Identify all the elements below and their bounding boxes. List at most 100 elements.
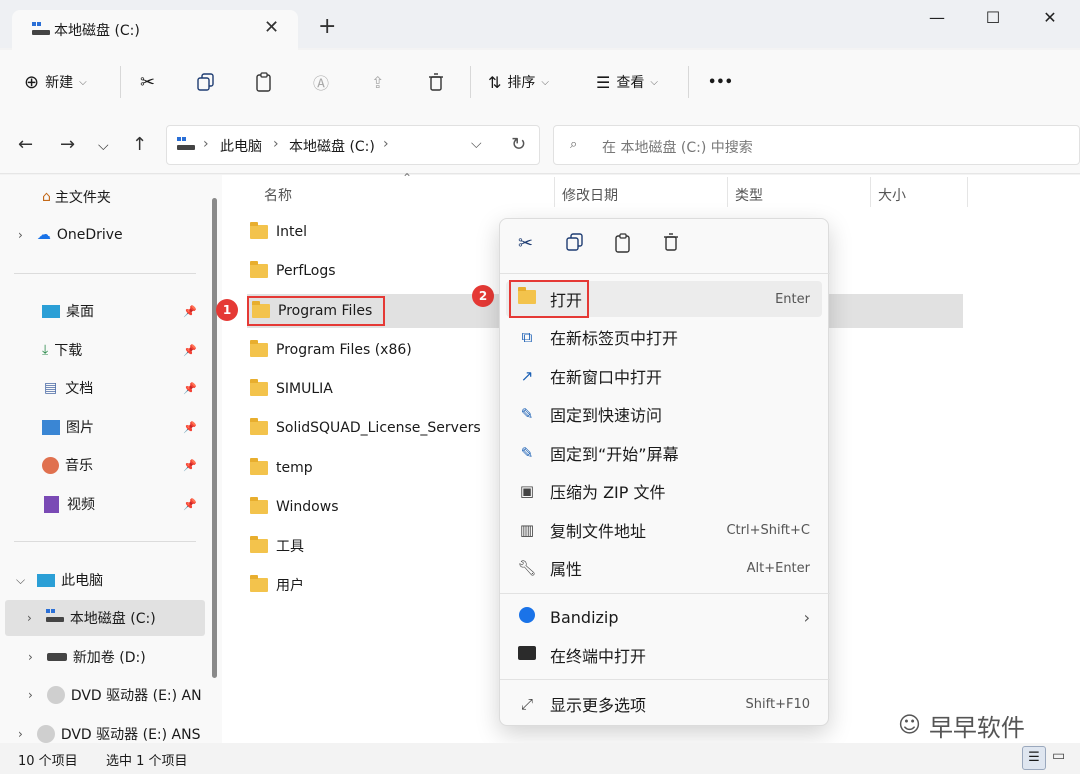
menu-item-compress-zip[interactable]: ▣ 压缩为 ZIP 文件 — [506, 473, 822, 509]
breadcrumb-this-pc[interactable]: 此电脑 — [220, 136, 262, 156]
forward-icon[interactable]: → — [60, 134, 75, 155]
menu-item-label: Bandizip — [550, 607, 619, 627]
folder-icon — [250, 497, 268, 514]
sort-up-icon: ⌃ — [402, 171, 413, 185]
sidebar-item-downloads[interactable]: ⤓ 下载 📌 — [0, 332, 205, 368]
show-more-icon: ⤢ — [520, 695, 533, 713]
paste-icon[interactable] — [614, 233, 632, 258]
new-tab-icon[interactable]: + — [318, 16, 336, 38]
sidebar-item-documents[interactable]: ▤ 文档 📌 — [0, 370, 205, 406]
view-label: 查看 — [616, 75, 645, 91]
search-box[interactable]: ⌕ 在 本地磁盘 (C:) 中搜索 — [553, 125, 1080, 165]
navigation-pane: ⌂ 主文件夹 › ☁ OneDrive 桌面 📌 ⤓ 下载 📌 ▤ 文档 📌 图… — [0, 175, 222, 743]
menu-item-copy-path[interactable]: ▥ 复制文件地址 Ctrl+Shift+C — [506, 512, 822, 548]
sidebar-item-local-disk-c[interactable]: › 本地磁盘 (C:) — [5, 600, 205, 636]
search-input[interactable]: 在 本地磁盘 (C:) 中搜索 — [602, 137, 753, 157]
pin-icon[interactable]: 📌 — [183, 421, 197, 434]
sort-button[interactable]: ⇅ 排序 ⌵ — [488, 68, 549, 96]
sidebar-item-pictures[interactable]: 图片 📌 — [0, 409, 205, 445]
pin-icon[interactable]: 📌 — [183, 344, 197, 357]
rename-icon[interactable]: Ⓐ — [313, 68, 329, 96]
menu-item-open-terminal[interactable]: 在终端中打开 — [506, 637, 822, 673]
address-bar[interactable]: › 此电脑 › 本地磁盘 (C:) › ⌵ ↻ — [166, 125, 540, 165]
table-row[interactable]: SIMULIA — [250, 375, 333, 403]
new-button[interactable]: ⊕ 新建 ⌵ — [24, 68, 87, 96]
table-row[interactable]: Intel — [250, 218, 307, 246]
monitor-icon — [37, 573, 56, 587]
column-header-size[interactable]: 大小 — [878, 185, 906, 205]
sidebar-scrollbar[interactable] — [212, 198, 217, 678]
column-header-modified[interactable]: 修改日期 — [562, 185, 618, 205]
sidebar-item-this-pc[interactable]: ⌵ 此电脑 — [0, 562, 205, 598]
column-header-name[interactable]: 名称 — [264, 185, 292, 205]
breadcrumb-local-disk[interactable]: 本地磁盘 (C:) — [289, 136, 375, 156]
pin-icon[interactable]: 📌 — [183, 459, 197, 472]
pin-icon[interactable]: 📌 — [183, 498, 197, 511]
drive-icon — [45, 609, 64, 627]
refresh-icon[interactable]: ↻ — [511, 134, 526, 155]
breadcrumb-separator-icon: › — [203, 136, 209, 152]
table-row[interactable]: temp — [250, 454, 313, 482]
table-row-selected[interactable]: Program Files — [247, 296, 385, 326]
close-window-icon[interactable]: ✕ — [1027, 8, 1073, 30]
tab-close-icon[interactable]: ✕ — [264, 17, 279, 38]
sidebar-item-desktop[interactable]: 桌面 📌 — [0, 293, 205, 329]
menu-item-open-new-window[interactable]: ↗ 在新窗口中打开 — [506, 358, 822, 394]
table-row[interactable]: Windows — [250, 493, 339, 521]
chevron-right-icon: › — [18, 727, 23, 741]
table-row[interactable]: Program Files (x86) — [250, 336, 412, 364]
pin-icon[interactable]: 📌 — [183, 382, 197, 395]
view-button[interactable]: ☰ 查看 ⌵ — [596, 68, 658, 96]
delete-icon[interactable] — [663, 233, 679, 256]
copy-icon[interactable] — [197, 68, 215, 96]
shortcut-label: Ctrl+Shift+C — [726, 522, 810, 538]
tab-local-disk[interactable]: 本地磁盘 (C:) ✕ — [12, 10, 298, 50]
copy-icon[interactable] — [566, 233, 584, 256]
menu-item-open[interactable]: 打开 Enter — [506, 280, 822, 318]
delete-icon[interactable] — [428, 68, 444, 96]
menu-item-bandizip[interactable]: Bandizip › — [506, 599, 822, 635]
sidebar-item-volume-d[interactable]: › 新加卷 (D:) — [0, 639, 205, 675]
table-row[interactable]: SolidSQUAD_License_Servers — [250, 414, 481, 442]
menu-item-pin-start[interactable]: ✎ 固定到“开始”屏幕 — [506, 435, 822, 471]
sidebar-item-videos[interactable]: 视频 📌 — [0, 486, 205, 522]
file-name: Intel — [276, 224, 307, 240]
menu-item-show-more[interactable]: ⤢ 显示更多选项 Shift+F10 — [506, 686, 822, 722]
table-row[interactable]: PerfLogs — [250, 257, 336, 285]
cut-icon[interactable]: ✂ — [140, 68, 155, 96]
menu-item-open-new-tab[interactable]: ⧉ 在新标签页中打开 — [506, 319, 822, 355]
paste-icon[interactable] — [255, 68, 273, 96]
menu-item-label: 固定到快速访问 — [550, 406, 663, 425]
column-header-type[interactable]: 类型 — [735, 185, 763, 205]
back-icon[interactable]: ← — [18, 134, 33, 155]
tab-title: 本地磁盘 (C:) — [54, 23, 140, 39]
menu-item-pin-quick-access[interactable]: ✎ 固定到快速访问 — [506, 396, 822, 432]
menu-item-properties[interactable]: 🔧︎ 属性 Alt+Enter — [506, 550, 822, 586]
drive-icon — [32, 22, 50, 36]
title-bar: 本地磁盘 (C:) ✕ + — ☐ ✕ — [0, 0, 1080, 50]
table-row[interactable]: 工具 — [250, 532, 304, 560]
zip-icon: ▣ — [519, 482, 535, 500]
sidebar-item-dvd-e[interactable]: › DVD 驱动器 (E:) AN — [0, 677, 210, 713]
details-view-icon[interactable]: ☰ — [1022, 746, 1046, 770]
sort-icon: ⇅ — [488, 72, 502, 92]
cut-icon[interactable]: ✂ — [518, 233, 533, 254]
address-history-chevron-icon[interactable]: ⌵ — [471, 136, 482, 152]
share-icon[interactable]: ⇪ — [371, 68, 384, 96]
pin-icon[interactable]: 📌 — [183, 305, 197, 318]
sidebar-item-music[interactable]: 音乐 📌 — [0, 447, 205, 483]
menu-divider — [500, 679, 830, 680]
up-icon[interactable]: ↑ — [132, 134, 147, 155]
sidebar-item-label: 本地磁盘 (C:) — [69, 611, 156, 627]
navigation-row: ← → ⌵ ↑ › 此电脑 › 本地磁盘 (C:) › ⌵ ↻ ⌕ 在 本地磁盘… — [0, 114, 1080, 174]
more-options-icon[interactable]: ••• — [708, 68, 733, 96]
maximize-icon[interactable]: ☐ — [970, 8, 1016, 30]
tiles-view-icon[interactable]: ▭ — [1052, 748, 1065, 764]
sidebar-item-home[interactable]: ⌂ 主文件夹 — [0, 179, 205, 215]
sidebar-item-onedrive[interactable]: › ☁ OneDrive — [0, 217, 205, 253]
table-row[interactable]: 用户 — [250, 571, 304, 599]
step-badge-1: 1 — [216, 299, 238, 321]
recent-chevron-icon[interactable]: ⌵ — [98, 138, 109, 154]
minimize-icon[interactable]: — — [914, 8, 960, 30]
folder-icon — [250, 458, 268, 475]
